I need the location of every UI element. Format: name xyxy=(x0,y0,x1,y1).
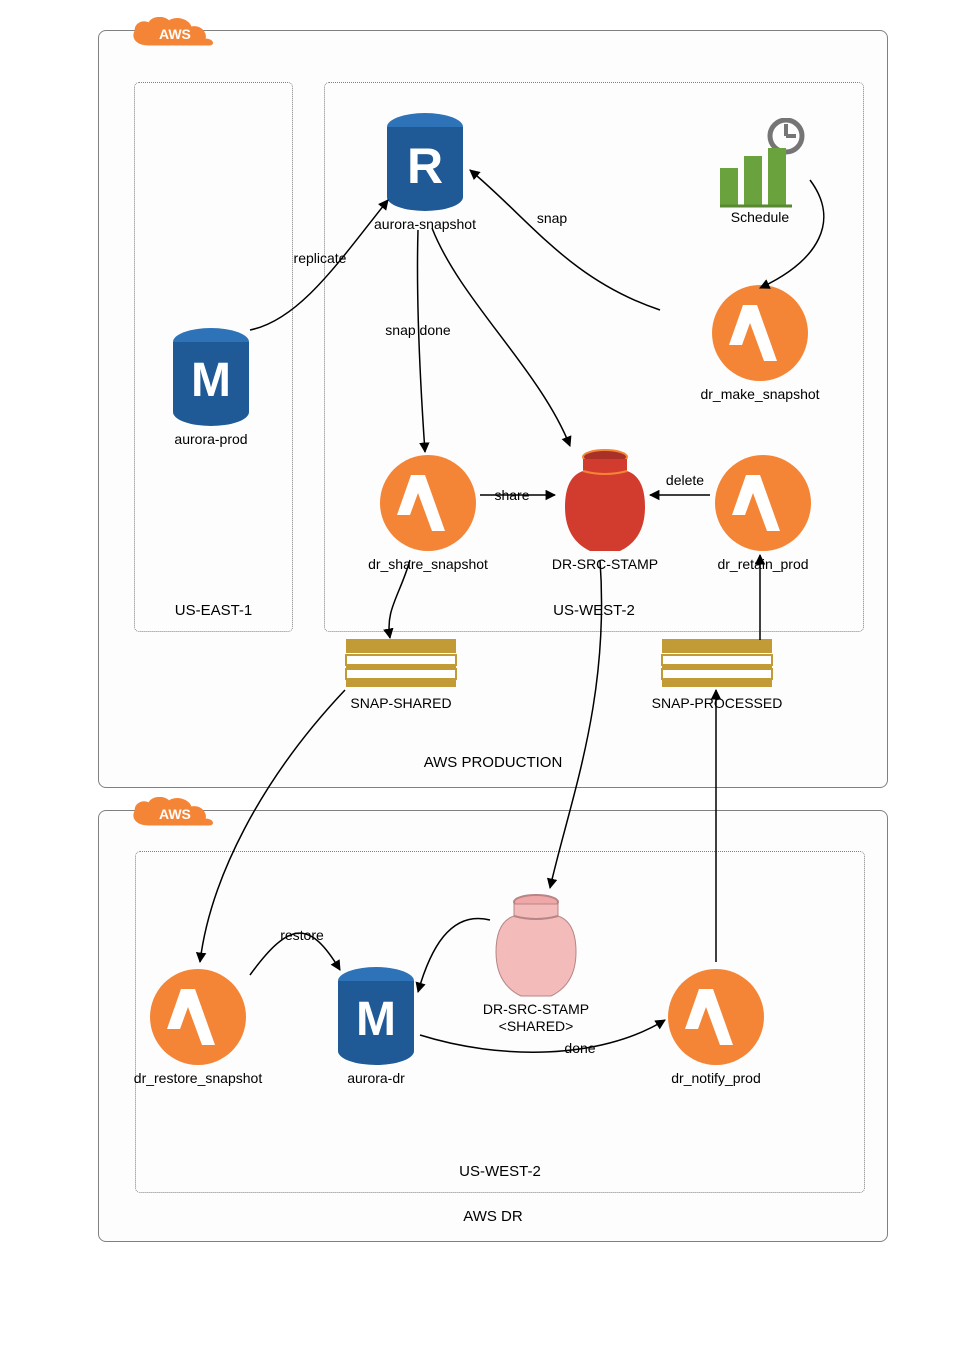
edge-replicate: replicate xyxy=(294,250,347,266)
region-label-west-dr: US-WEST-2 xyxy=(136,1163,864,1180)
dr-make-snapshot-label: dr_make_snapshot xyxy=(700,386,819,402)
dr-share-snapshot-label: dr_share_snapshot xyxy=(368,556,488,572)
svg-text:M: M xyxy=(356,993,396,1046)
aws-production-account: AWS US-EAST-1 M aurora-prod US-WEST-2 R xyxy=(98,30,888,788)
snap-shared-label: SNAP-SHARED xyxy=(350,695,451,711)
aurora-snapshot-label: aurora-snapshot xyxy=(374,216,476,232)
edge-snap-done: snap done xyxy=(385,322,450,338)
aurora-prod-label: aurora-prod xyxy=(174,431,247,447)
edge-delete: delete xyxy=(666,472,704,488)
aws-production-label: AWS PRODUCTION xyxy=(99,754,887,771)
aurora-prod-db-icon: M xyxy=(171,328,251,433)
aws-dr-account: AWS US-WEST-2 dr_restore_snapshot M auro… xyxy=(98,810,888,1242)
dr-make-snapshot-lambda-icon xyxy=(710,283,810,388)
region-us-west-2-dr: US-WEST-2 dr_restore_snapshot M aurora-d… xyxy=(135,851,865,1193)
snap-processed-label: SNAP-PROCESSED xyxy=(652,695,783,711)
edge-done: done xyxy=(564,1040,595,1056)
dr-notify-prod-lambda-icon xyxy=(666,967,766,1072)
dr-src-stamp-shared-urn-icon xyxy=(491,892,581,1007)
aws-tag-text: AWS xyxy=(159,806,191,822)
region-label-east: US-EAST-1 xyxy=(135,602,292,619)
dr-share-snapshot-lambda-icon xyxy=(378,453,478,558)
region-us-west-2-prod: US-WEST-2 R aurora-snapshot Schedu xyxy=(324,82,864,632)
aws-dr-label: AWS DR xyxy=(99,1208,887,1225)
aurora-snapshot-db-icon: R xyxy=(385,113,465,218)
schedule-label: Schedule xyxy=(731,209,789,225)
dr-restore-snapshot-lambda-icon xyxy=(148,967,248,1072)
region-us-east-1: US-EAST-1 M aurora-prod xyxy=(134,82,293,632)
dr-src-stamp-urn-icon xyxy=(560,447,650,562)
dr-retain-prod-label: dr_retain_prod xyxy=(717,556,808,572)
dr-src-stamp-shared-label-1: DR-SRC-STAMP xyxy=(483,1001,589,1017)
dr-retain-prod-lambda-icon xyxy=(713,453,813,558)
dr-notify-prod-label: dr_notify_prod xyxy=(671,1070,761,1086)
aws-cloud-icon: AWS xyxy=(129,17,217,56)
aurora-dr-db-icon: M xyxy=(336,967,416,1072)
edge-snap: snap xyxy=(537,210,567,226)
aws-tag-text: AWS xyxy=(159,26,191,42)
dr-src-stamp-label: DR-SRC-STAMP xyxy=(552,556,658,572)
region-label-west-prod: US-WEST-2 xyxy=(325,602,863,619)
dr-restore-snapshot-label: dr_restore_snapshot xyxy=(134,1070,262,1086)
dr-src-stamp-shared-label-2: <SHARED> xyxy=(499,1018,574,1034)
svg-text:R: R xyxy=(407,138,443,194)
edge-restore: restore xyxy=(280,927,324,943)
aws-cloud-icon: AWS xyxy=(129,797,217,836)
svg-text:M: M xyxy=(191,354,231,407)
aurora-dr-label: aurora-dr xyxy=(347,1070,405,1086)
edge-share: share xyxy=(494,487,529,503)
schedule-icon xyxy=(720,118,810,213)
